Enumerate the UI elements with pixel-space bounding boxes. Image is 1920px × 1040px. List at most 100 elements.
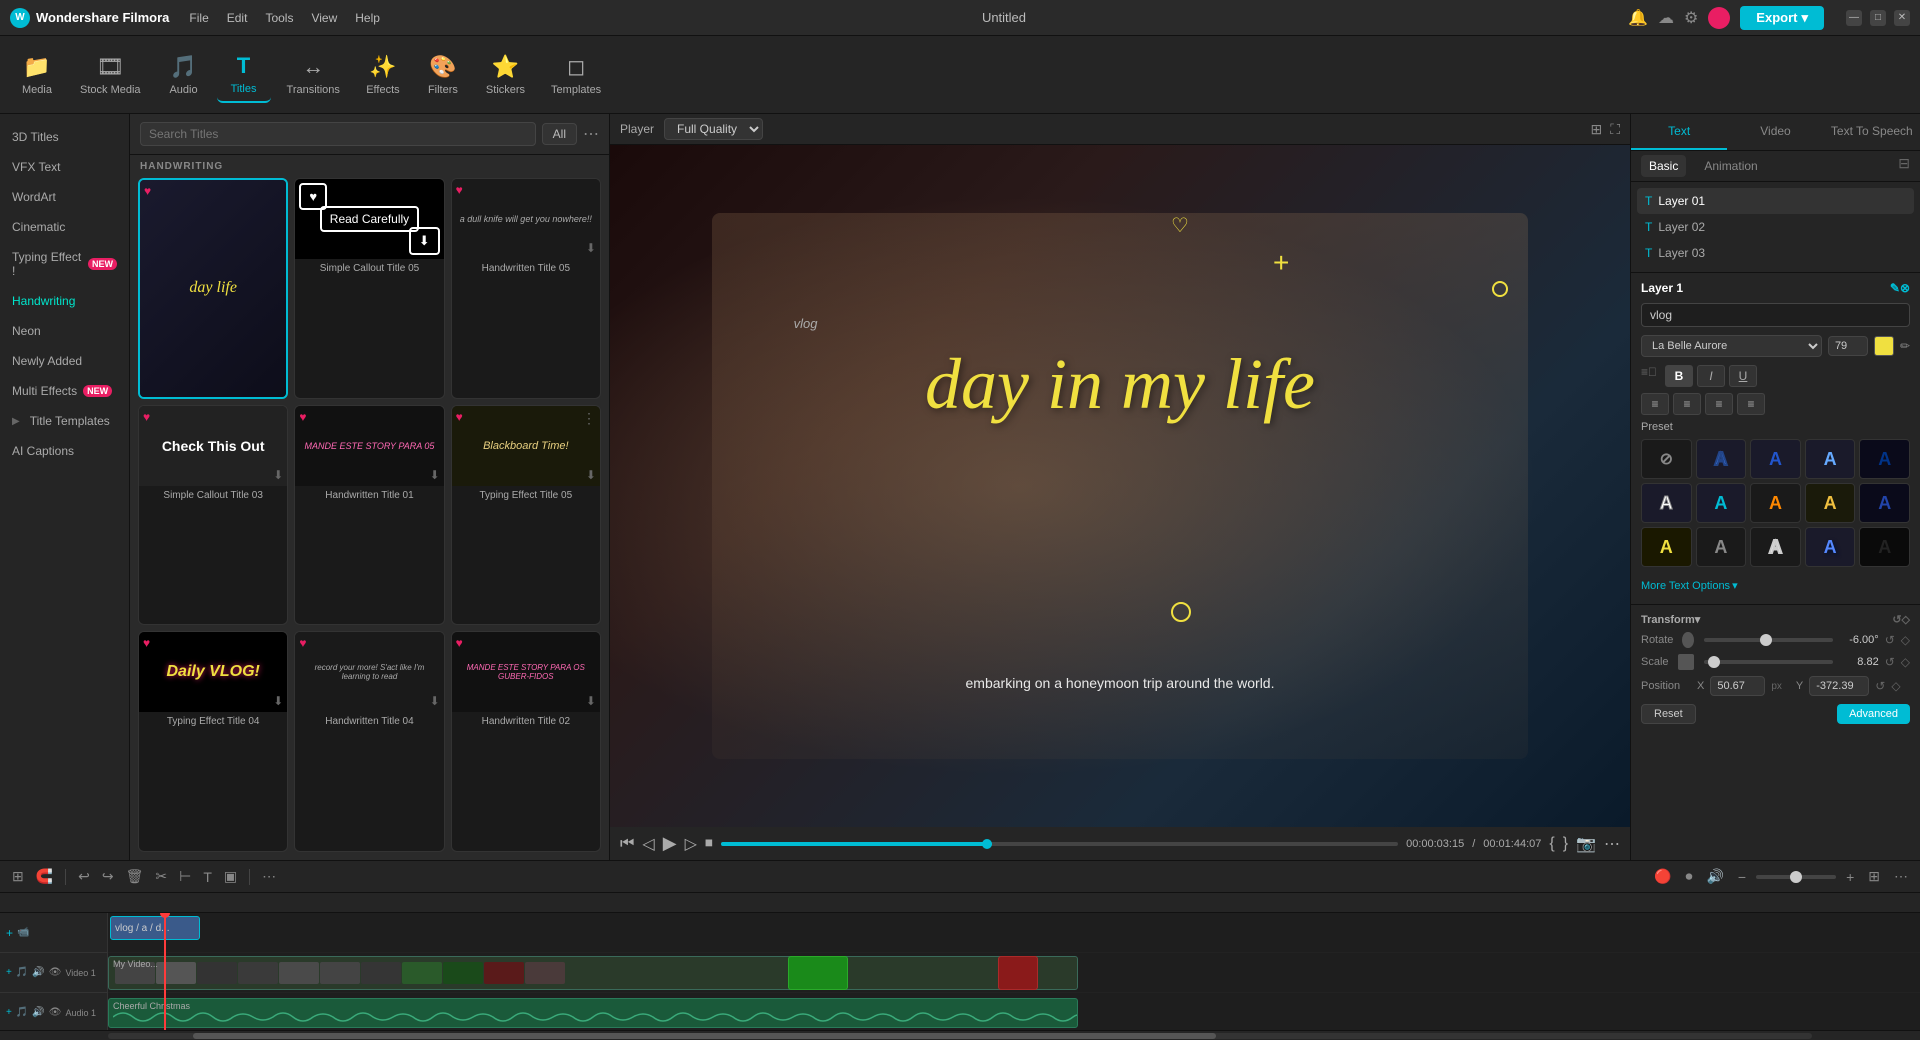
- track-add-icon-title[interactable]: +: [6, 926, 13, 940]
- tool-titles[interactable]: T Titles: [217, 47, 271, 103]
- preset-blue-outline[interactable]: A: [1696, 439, 1747, 479]
- scale-reset-icon[interactable]: ↺: [1885, 655, 1895, 669]
- menu-help[interactable]: Help: [355, 11, 380, 25]
- sidebar-item-typing[interactable]: Typing Effect ! NEW: [0, 242, 129, 286]
- menu-tools[interactable]: Tools: [265, 11, 293, 25]
- preset-outline-white[interactable]: A: [1750, 527, 1801, 567]
- grid-view-icon[interactable]: ⊞: [1864, 866, 1884, 887]
- frame-forward-button[interactable]: ▷: [685, 834, 697, 854]
- template-hw05[interactable]: ♥ a dull knife will get you nowhere!! ⬇ …: [451, 178, 601, 399]
- zoom-out-button[interactable]: −: [1734, 867, 1750, 887]
- template-hw01[interactable]: ♥ MANDE ESTE STORY PARA 05 ⬇ Handwritten…: [294, 405, 444, 626]
- tool-effects[interactable]: ✨ Effects: [356, 48, 410, 102]
- audio-clip-main[interactable]: Cheerful Christmas: [108, 998, 1078, 1028]
- align-right-button[interactable]: ≡: [1705, 393, 1733, 415]
- align-center-button[interactable]: ≡: [1673, 393, 1701, 415]
- layer-item-3[interactable]: T Layer 03: [1637, 240, 1914, 266]
- preset-gray[interactable]: A: [1696, 527, 1747, 567]
- track-plus-icon[interactable]: +: [6, 967, 12, 978]
- preset-gold[interactable]: A: [1805, 483, 1856, 523]
- sidebar-item-3d[interactable]: 3D Titles: [0, 122, 129, 152]
- preset-plain[interactable]: ⊘: [1641, 439, 1692, 479]
- menu-view[interactable]: View: [311, 11, 337, 25]
- sidebar-item-cinematic[interactable]: Cinematic: [0, 212, 129, 242]
- sidebar-item-neon[interactable]: Neon: [0, 316, 129, 346]
- fullscreen-icon[interactable]: ⛶: [1610, 121, 1620, 138]
- pen-icon[interactable]: ✏: [1900, 339, 1910, 353]
- audio-track-add-icon[interactable]: +: [6, 1007, 12, 1018]
- preset-yellow[interactable]: A: [1641, 527, 1692, 567]
- scrollbar-track[interactable]: [108, 1033, 1812, 1039]
- audio-btn[interactable]: 🔊: [1702, 866, 1727, 887]
- zoom-in-button[interactable]: +: [1842, 867, 1858, 887]
- timeline-more-icon[interactable]: ⋯: [1890, 866, 1912, 887]
- export-button[interactable]: Export ▾: [1740, 6, 1824, 30]
- rotate-pin-icon[interactable]: ◇: [1901, 633, 1910, 647]
- underline-button[interactable]: U: [1729, 365, 1757, 387]
- record-icon[interactable]: ⏺: [1681, 866, 1696, 887]
- align-justify-button[interactable]: ≡: [1737, 393, 1765, 415]
- template-rc05[interactable]: ♥ Read Carefully ⬇ Simple Callout Title …: [294, 178, 444, 399]
- play-button[interactable]: ▶: [663, 833, 677, 854]
- redo-button[interactable]: ↪: [98, 866, 118, 887]
- preset-dark-blue[interactable]: A: [1859, 483, 1910, 523]
- tool-stickers[interactable]: ⭐ Stickers: [476, 48, 535, 102]
- more-text-options-button[interactable]: More Text Options ▾: [1641, 575, 1910, 596]
- avatar[interactable]: [1708, 7, 1730, 29]
- scrollbar-thumb[interactable]: [193, 1033, 1215, 1039]
- pos-x-input[interactable]: [1710, 676, 1765, 696]
- notif-icon[interactable]: 🔔: [1628, 8, 1648, 28]
- template-te04[interactable]: ♥ Daily VLOG! ⬇ Typing Effect Title 04: [138, 631, 288, 852]
- close-button[interactable]: ✕: [1894, 10, 1910, 26]
- scale-slider[interactable]: [1704, 660, 1833, 664]
- template-co03[interactable]: ♥ Check This Out ⬇ Simple Callout Title …: [138, 405, 288, 626]
- tool-media[interactable]: 📁 Media: [10, 48, 64, 102]
- preset-orange[interactable]: A: [1750, 483, 1801, 523]
- sidebar-item-vfx[interactable]: VFX Text: [0, 152, 129, 182]
- minimize-panel-icon[interactable]: ⊟: [1898, 155, 1910, 177]
- camera-icon[interactable]: 📷: [1576, 834, 1596, 854]
- tool-filters[interactable]: 🎨 Filters: [416, 48, 470, 102]
- split-view-icon[interactable]: ⊞: [1590, 121, 1602, 138]
- preset-blue-solid[interactable]: A: [1750, 439, 1801, 479]
- frame-back-button[interactable]: ◁: [642, 834, 654, 854]
- pos-y-input[interactable]: [1809, 676, 1869, 696]
- menu-edit[interactable]: Edit: [227, 11, 248, 25]
- template-hw02[interactable]: ♥ MANDE ESTE STORY PARA OS GUBER-FIDOS ⬇…: [451, 631, 601, 852]
- more-tl-btn[interactable]: ⋯: [258, 866, 280, 887]
- magnet-icon[interactable]: 🧲: [32, 866, 57, 887]
- stop-button[interactable]: ⏹: [705, 835, 713, 853]
- edit-layer-icon[interactable]: ✎⊗: [1890, 281, 1910, 295]
- font-family-select[interactable]: La Belle Aurore: [1641, 335, 1822, 357]
- sidebar-item-multi[interactable]: Multi Effects NEW: [0, 376, 129, 406]
- video-clip-red[interactable]: [998, 956, 1038, 990]
- text-content-input[interactable]: [1641, 303, 1910, 327]
- tab-video[interactable]: Video: [1727, 114, 1823, 150]
- playhead[interactable]: [164, 913, 166, 1030]
- preset-white-outline[interactable]: A: [1641, 483, 1692, 523]
- position-reset-icon[interactable]: ↺: [1875, 679, 1885, 693]
- sidebar-item-ai-captions[interactable]: AI Captions: [0, 436, 129, 466]
- tool-transitions[interactable]: ↔ Transitions: [277, 48, 350, 102]
- preset-shadow-blue[interactable]: A: [1805, 527, 1856, 567]
- menu-file[interactable]: File: [189, 11, 208, 25]
- undo-button[interactable]: ↩: [74, 866, 94, 887]
- quality-select[interactable]: Full Quality: [664, 118, 763, 140]
- maximize-button[interactable]: □: [1870, 10, 1886, 26]
- template-hw04[interactable]: ♥ record your more! S'act like I'm learn…: [294, 631, 444, 852]
- sub-tab-animation[interactable]: Animation: [1696, 155, 1765, 177]
- sidebar-item-newly[interactable]: Newly Added: [0, 346, 129, 376]
- zoom-in-icon[interactable]: 🔴: [1650, 866, 1675, 887]
- settings-icon[interactable]: ⚙: [1684, 8, 1698, 28]
- search-input[interactable]: [140, 122, 536, 146]
- bracket-left-icon[interactable]: {: [1549, 835, 1554, 853]
- sidebar-item-handwriting[interactable]: Handwriting: [0, 286, 129, 316]
- preset-cyan[interactable]: A: [1696, 483, 1747, 523]
- tab-text[interactable]: Text: [1631, 114, 1727, 150]
- sub-tab-basic[interactable]: Basic: [1641, 155, 1686, 177]
- preset-dark[interactable]: A: [1859, 527, 1910, 567]
- advanced-button[interactable]: Advanced: [1837, 704, 1910, 724]
- tab-tts[interactable]: Text To Speech: [1824, 114, 1920, 150]
- progress-bar[interactable]: [721, 842, 1398, 846]
- align-left-button[interactable]: ≡: [1641, 393, 1669, 415]
